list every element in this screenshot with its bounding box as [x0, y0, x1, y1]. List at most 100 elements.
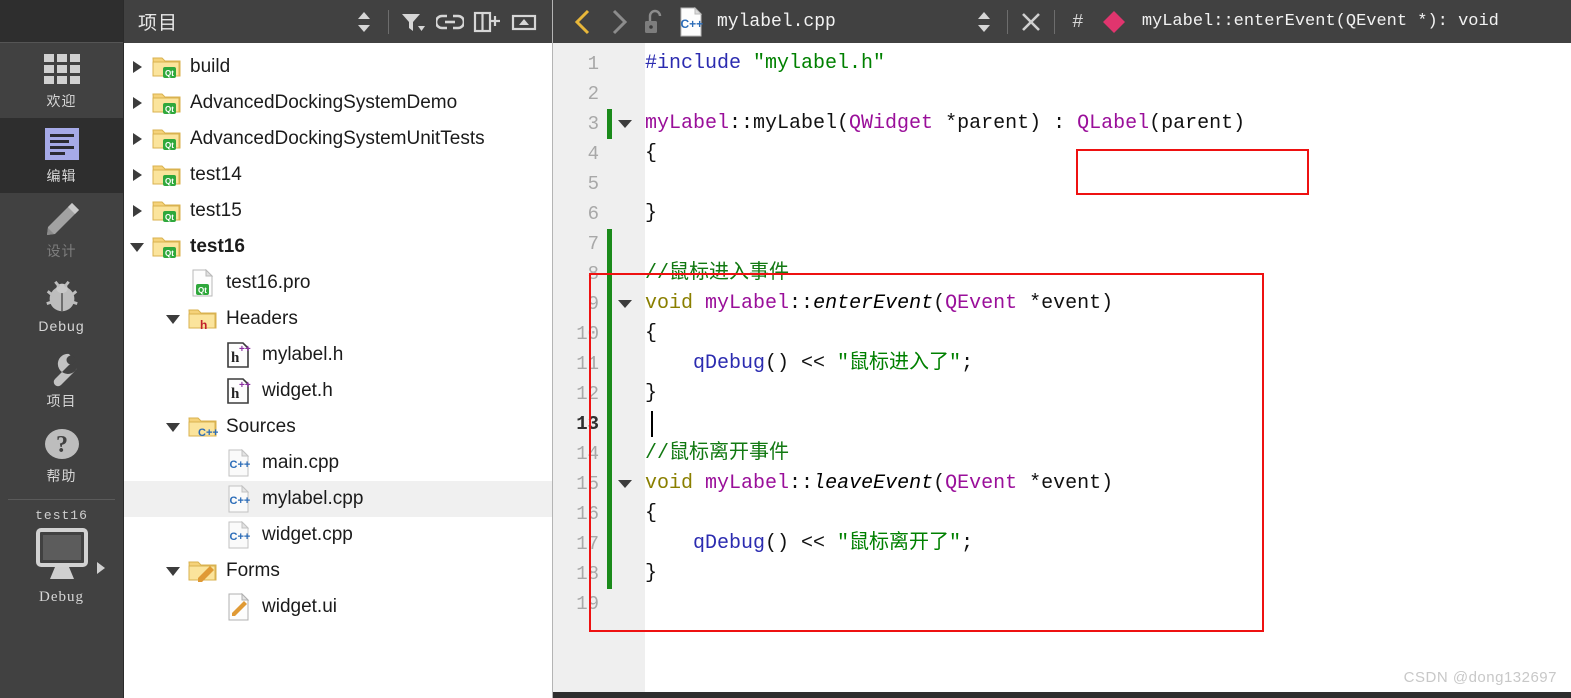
chevron-right-icon[interactable]	[124, 169, 150, 181]
editor-filename[interactable]: mylabel.cpp	[717, 12, 836, 32]
line-number: 19	[576, 593, 599, 615]
change-indicator-bar	[607, 259, 612, 289]
code-line[interactable]: //鼠标进入事件	[645, 259, 789, 289]
tree-row-widget-ui[interactable]: widget.ui	[124, 589, 552, 625]
change-indicator-bar	[607, 109, 612, 139]
code-token: void	[645, 292, 694, 315]
tree-row-widget-cpp[interactable]: C++ widget.cpp	[124, 517, 552, 553]
bottom-status-strip	[553, 692, 1571, 698]
current-symbol-label[interactable]: myLabel::enterEvent(QEvent *): void	[1142, 12, 1499, 31]
line-number: 16	[576, 503, 599, 525]
tree-row-mylabel-h[interactable]: h ++ mylabel.h	[124, 337, 552, 373]
tree-row-widget-h[interactable]: h ++ widget.h	[124, 373, 552, 409]
mode-item-2[interactable]: 编辑	[0, 118, 123, 193]
mode-item-1[interactable]: 欢迎	[0, 43, 123, 118]
code-line[interactable]: }	[645, 559, 657, 589]
cpp-folder-icon: C++	[186, 414, 220, 440]
chevron-right-icon[interactable]	[601, 5, 637, 39]
svg-text:++: ++	[239, 380, 251, 391]
code-line[interactable]: {	[645, 139, 657, 169]
chevron-right-icon[interactable]	[124, 61, 150, 73]
chevron-right-icon[interactable]	[124, 133, 150, 145]
collapse-panel-icon[interactable]	[506, 5, 542, 39]
tree-row-test16-pro[interactable]: Qt test16.pro	[124, 265, 552, 301]
code-token: //鼠标离开事件	[645, 442, 790, 465]
chevron-down-icon[interactable]	[160, 314, 186, 324]
tree-row-build[interactable]: Qt build	[124, 49, 552, 85]
project-panel-toolbar	[346, 5, 542, 39]
editor-code-area[interactable]: #include "mylabel.h"myLabel::myLabel(QWi…	[645, 43, 1571, 698]
svg-text:Qt: Qt	[165, 141, 174, 150]
editor-gutter[interactable]: 1 2 3 4 5 6 7 8 9 10 11 12 13 14 15 16 17 18 19	[553, 43, 645, 698]
tree-row-label: mylabel.cpp	[262, 488, 364, 509]
chevron-right-icon[interactable]	[124, 97, 150, 109]
chevron-left-icon[interactable]	[565, 5, 601, 39]
tree-row-advanceddockingsystemunittests[interactable]: Qt AdvancedDockingSystemUnitTests	[124, 121, 552, 157]
code-line[interactable]: #include "mylabel.h"	[645, 49, 885, 79]
fold-marker-icon[interactable]	[617, 109, 633, 139]
fold-marker-icon[interactable]	[617, 289, 633, 319]
filter-icon[interactable]	[395, 5, 431, 39]
wrench-icon	[42, 350, 82, 388]
code-line[interactable]: qDebug() << "鼠标离开了";	[645, 529, 973, 559]
code-line[interactable]: myLabel::myLabel(QWidget *parent) : QLab…	[645, 109, 1245, 139]
code-line[interactable]: void myLabel::enterEvent(QEvent *event)	[645, 289, 1113, 319]
mode-item-4[interactable]: Debug	[0, 268, 123, 343]
code-token: QWidget	[849, 112, 934, 135]
toolbar-divider-3	[1053, 9, 1055, 34]
tree-row-test15[interactable]: Qt test15	[124, 193, 552, 229]
chevron-down-icon[interactable]	[160, 566, 186, 576]
chevron-down-icon[interactable]	[124, 242, 150, 252]
tree-row-headers[interactable]: h Headers	[124, 301, 552, 337]
forms-folder-icon	[186, 558, 220, 584]
editor-toolbar: C++ mylabel.cpp # myLabel::enterEvent(QE…	[553, 0, 1571, 43]
close-x-icon[interactable]	[1013, 5, 1049, 39]
tree-row-label: Sources	[226, 416, 296, 437]
kit-selector[interactable]: test16 Debug	[0, 500, 123, 606]
svg-text:C++: C++	[230, 531, 251, 543]
tree-row-forms[interactable]: Forms	[124, 553, 552, 589]
code-line[interactable]: void myLabel::leaveEvent(QEvent *event)	[645, 469, 1113, 499]
mode-item-3[interactable]: 设计	[0, 193, 123, 268]
code-line[interactable]: }	[645, 199, 657, 229]
mode-item-6[interactable]: ? 帮助	[0, 418, 123, 493]
tree-row-mylabel-cpp[interactable]: C++ mylabel.cpp	[124, 481, 552, 517]
code-token: (	[933, 292, 946, 315]
tree-row-sources[interactable]: C++ Sources	[124, 409, 552, 445]
tree-row-test16[interactable]: Qt test16	[124, 229, 552, 265]
code-token: (	[933, 472, 946, 495]
tree-row-advanceddockingsystemdemo[interactable]: Qt AdvancedDockingSystemDemo	[124, 85, 552, 121]
code-line[interactable]: {	[645, 319, 657, 349]
code-line[interactable]: }	[645, 379, 657, 409]
chevron-down-icon[interactable]	[160, 422, 186, 432]
mode-item-5[interactable]: 项目	[0, 343, 123, 418]
mode-item-label: 设计	[46, 243, 77, 259]
unlocked-padlock-icon[interactable]	[637, 5, 673, 39]
kit-build-config: Debug	[39, 589, 84, 605]
tree-row-label: test16.pro	[226, 272, 311, 293]
split-add-icon[interactable]	[469, 5, 505, 39]
tree-row-label: widget.h	[262, 380, 333, 401]
updown-arrows-icon[interactable]	[966, 5, 1002, 39]
change-indicator-bar	[607, 559, 612, 589]
change-indicator-bar	[607, 439, 612, 469]
code-token: }	[645, 382, 658, 405]
svg-text:C++: C++	[230, 459, 251, 471]
triangle-right-icon[interactable]	[97, 562, 105, 574]
tree-row-test14[interactable]: Qt test14	[124, 157, 552, 193]
code-view[interactable]: 1 2 3 4 5 6 7 8 9 10 11 12 13 14 15 16 17 18 19 #include "…	[553, 43, 1571, 698]
sync-selection-icon[interactable]	[346, 5, 382, 39]
tree-row-main-cpp[interactable]: C++ main.cpp	[124, 445, 552, 481]
hash-symbol-button[interactable]: #	[1060, 5, 1096, 39]
project-file-tree[interactable]: Qt build Qt AdvancedDockingSystemDemo Qt Adva…	[124, 43, 552, 698]
fold-marker-icon[interactable]	[617, 469, 633, 499]
code-line[interactable]: qDebug() << "鼠标进入了";	[645, 349, 973, 379]
chevron-right-icon[interactable]	[124, 205, 150, 217]
line-number: 4	[587, 143, 599, 165]
line-number: 7	[587, 233, 599, 255]
link-with-editor-icon[interactable]	[432, 5, 468, 39]
change-indicator-bar	[607, 499, 612, 529]
code-line[interactable]: //鼠标离开事件	[645, 439, 789, 469]
svg-text:Qt: Qt	[198, 286, 207, 295]
code-line[interactable]: {	[645, 499, 657, 529]
